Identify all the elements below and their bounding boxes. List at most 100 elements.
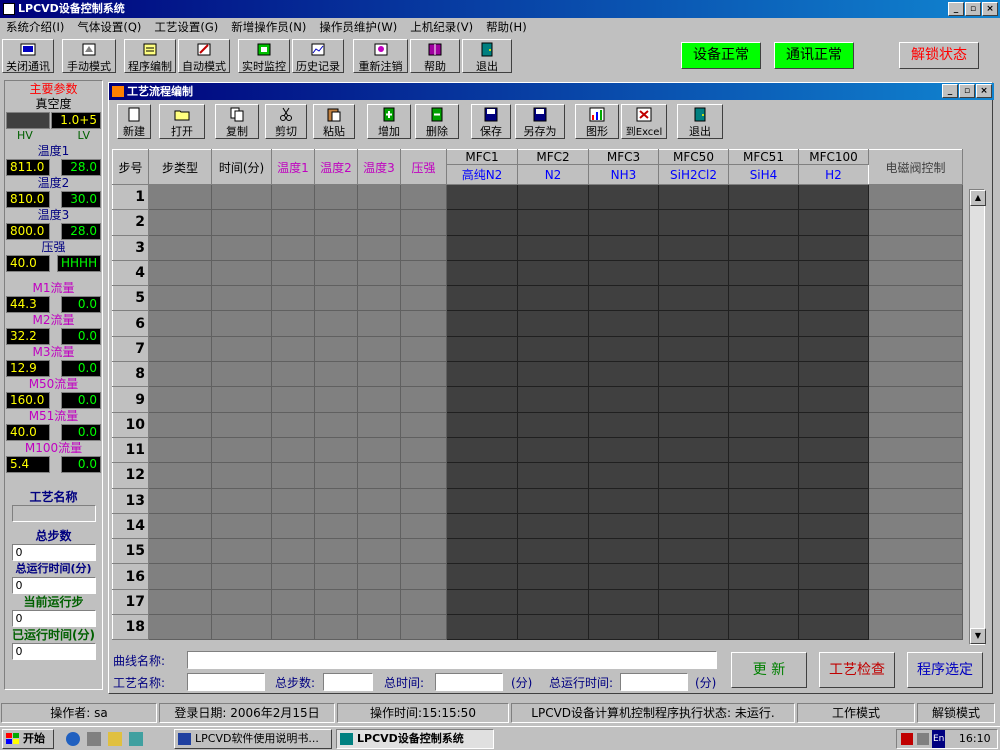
grid-cell[interactable] [446,614,518,641]
grid-cell[interactable] [658,512,729,540]
grid-cell[interactable] [271,614,315,641]
grid-cell[interactable] [211,411,272,438]
update-button[interactable]: 更 新 [731,652,807,688]
grid-cell[interactable] [400,538,447,565]
grid-cell[interactable] [798,462,869,489]
grid-cell[interactable] [446,487,518,514]
grid-cell[interactable] [271,588,315,616]
grid-cell[interactable] [148,512,212,540]
realtime-monitor-button[interactable]: 实时监控 [238,39,290,73]
grid-cell[interactable] [798,512,869,540]
grid-cell[interactable] [314,411,358,438]
grid-cell[interactable] [798,259,869,287]
grid-cell[interactable] [314,259,358,287]
editor-exit-button[interactable]: 退出 [677,104,723,139]
grid-cell[interactable] [517,285,589,312]
grid-cell[interactable] [357,361,401,388]
grid-cell[interactable] [148,259,212,287]
grid-cell[interactable] [658,614,729,641]
grid-cell[interactable] [271,436,315,464]
grid-cell[interactable] [148,487,212,514]
minimize-button[interactable]: _ [948,2,964,16]
grid-cell[interactable] [357,310,401,337]
grid-cell[interactable] [211,588,272,616]
language-indicator[interactable]: En [932,730,946,748]
tray-volume-icon[interactable] [916,733,929,745]
grid-cell[interactable] [271,259,315,287]
grid-cell[interactable] [271,462,315,489]
grid-cell[interactable] [517,588,589,616]
grid-cell[interactable] [446,563,518,590]
grid-cell[interactable] [211,259,272,287]
grid-cell[interactable] [798,563,869,590]
grid-cell[interactable] [798,335,869,363]
grid-cell[interactable] [357,588,401,616]
grid-cell[interactable] [446,285,518,312]
grid-cell[interactable] [357,538,401,565]
grid-cell[interactable] [211,436,272,464]
grid-cell[interactable] [868,487,963,514]
grid-cell[interactable] [868,538,963,565]
grid-cell[interactable] [517,512,589,540]
grid-cell[interactable] [271,361,315,388]
grid-cell[interactable] [517,436,589,464]
grid-cell[interactable] [400,183,447,211]
restore-button[interactable]: ▫ [965,2,981,16]
grid-cell[interactable] [271,411,315,438]
grid-cell[interactable] [588,259,659,287]
grid-cell[interactable] [868,588,963,616]
grid-cell[interactable] [658,588,729,616]
grid-cell[interactable] [588,436,659,464]
grid-cell[interactable] [211,386,272,413]
grid-cell[interactable] [357,462,401,489]
grid-cell[interactable] [868,436,963,464]
grid-cell[interactable] [517,487,589,514]
grid-cell[interactable] [517,538,589,565]
grid-cell[interactable] [400,487,447,514]
delete-row-button[interactable]: 删除 [415,104,459,139]
grid-cell[interactable] [314,538,358,565]
manual-mode-button[interactable]: 手动模式 [62,39,116,73]
grid-cell[interactable] [658,183,729,211]
menu-system-intro[interactable]: 系统介绍(I) [0,19,71,35]
editor-minimize-button[interactable]: _ [942,84,958,98]
grid-cell[interactable] [588,487,659,514]
task-manual-doc[interactable]: LPCVD软件使用说明书... [174,729,332,749]
grid-cell[interactable] [148,614,212,641]
grid-cell[interactable] [357,183,401,211]
grid-cell[interactable] [728,183,799,211]
grid-cell[interactable] [798,209,869,236]
grid-cell[interactable] [446,538,518,565]
menu-process-settings[interactable]: 工艺设置(G) [148,19,225,35]
grid-cell[interactable] [357,285,401,312]
grid-cell[interactable] [588,538,659,565]
menu-add-operator[interactable]: 新增操作员(N) [225,19,313,35]
grid-cell[interactable] [658,411,729,438]
grid-cell[interactable] [211,538,272,565]
grid-cell[interactable] [868,462,963,489]
grid-cell[interactable] [357,436,401,464]
grid-cell[interactable] [868,361,963,388]
grid-cell[interactable] [211,361,272,388]
grid-cell[interactable] [798,234,869,261]
grid-cell[interactable] [357,386,401,413]
grid-cell[interactable] [271,538,315,565]
save-button[interactable]: 保存 [471,104,511,139]
grid-cell[interactable] [868,614,963,641]
grid-cell[interactable] [517,209,589,236]
grid-cell[interactable] [400,285,447,312]
grid-cell[interactable] [658,310,729,337]
grid-cell[interactable] [271,183,315,211]
grid-cell[interactable] [148,436,212,464]
grid-cell[interactable] [211,563,272,590]
total-time-input[interactable] [435,673,503,691]
grid-cell[interactable] [658,361,729,388]
grid-cell[interactable] [868,335,963,363]
grid-cell[interactable] [798,386,869,413]
grid-cell[interactable] [400,411,447,438]
grid-cell[interactable] [658,487,729,514]
grid-cell[interactable] [728,614,799,641]
grid-cell[interactable] [446,209,518,236]
grid-cell[interactable] [798,538,869,565]
grid-cell[interactable] [211,285,272,312]
